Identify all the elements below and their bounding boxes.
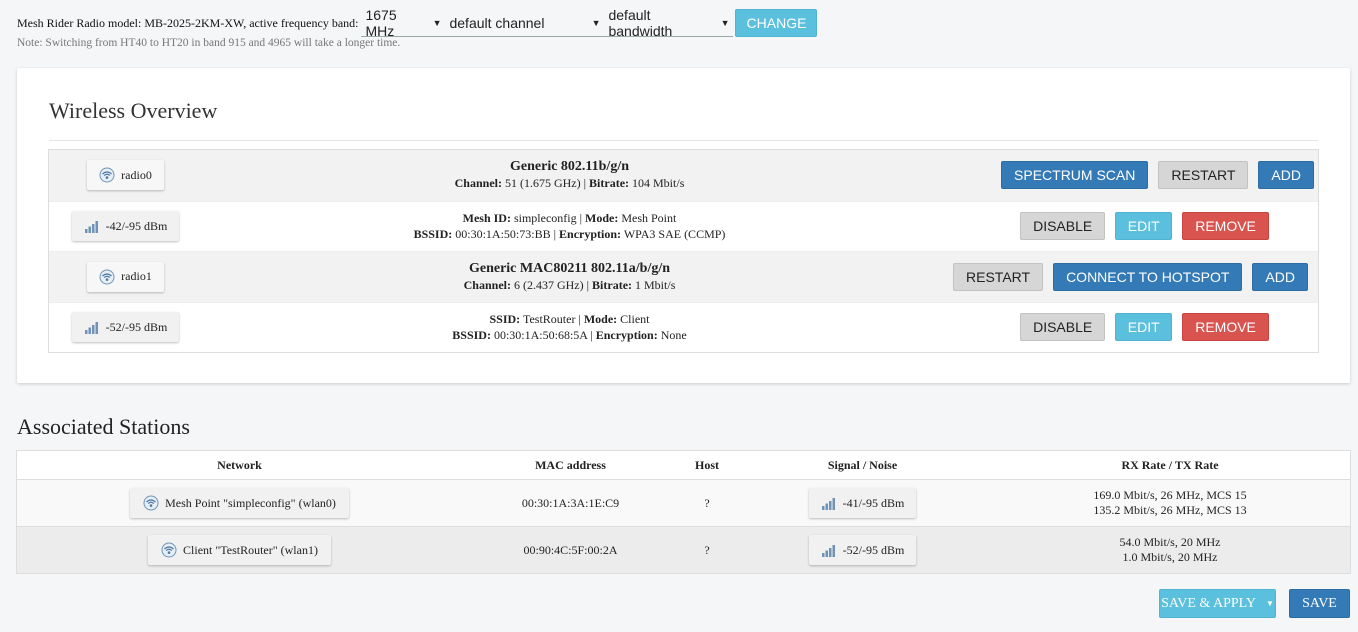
column-header-host: Host — [695, 457, 719, 472]
bandwidth-select[interactable]: default bandwidth ▼ — [604, 7, 734, 39]
signal-bars-icon — [821, 543, 837, 557]
connect-to-hotspot-button[interactable]: CONNECT TO HOTSPOT — [1053, 262, 1243, 291]
save-apply-button[interactable]: SAVE & APPLY ▼ — [1159, 589, 1276, 618]
network-id-line: SSID: TestRouter | Mode: Client — [489, 312, 650, 327]
network-bssid-line: BSSID: 00:30:1A:50:73:BB | Encryption: W… — [413, 227, 726, 242]
radio-row-radio1: radio1 Generic MAC80211 802.11a/b/g/n Ch… — [49, 251, 1318, 302]
disable-button[interactable]: DISABLE — [1020, 313, 1106, 342]
save-button[interactable]: SAVE — [1289, 589, 1350, 618]
wifi-radio-icon — [161, 542, 177, 558]
stations-table: Network MAC address Host Signal / Noise … — [16, 450, 1351, 574]
radio-badge: radio1 — [87, 261, 164, 292]
table-row: Mesh Point "simpleconfig" (wlan0) 00:30:… — [17, 479, 1350, 526]
rate-cell: 169.0 Mbit/s, 26 MHz, MCS 15 135.2 Mbit/… — [1093, 488, 1247, 517]
host: ? — [704, 542, 710, 557]
change-button[interactable]: CHANGE — [735, 9, 818, 37]
wireless-table: radio0 Generic 802.11b/g/n Channel: 51 (… — [48, 149, 1319, 353]
column-header-network: Network — [217, 457, 262, 472]
chevron-down-icon: ▼ — [591, 17, 601, 28]
signal-badge: -52/-95 dBm — [808, 535, 917, 565]
column-header-signal: Signal / Noise — [827, 457, 898, 472]
caret-down-icon[interactable]: ▼ — [1266, 599, 1274, 608]
host: ? — [704, 495, 710, 510]
rate-cell: 54.0 Mbit/s, 20 MHz 1.0 Mbit/s, 20 MHz — [1119, 535, 1221, 564]
network-id-line: Mesh ID: simpleconfig | Mode: Mesh Point — [462, 211, 677, 226]
divider — [49, 140, 1318, 141]
signal-badge: -41/-95 dBm — [808, 488, 917, 518]
column-header-rate: RX Rate / TX Rate — [1121, 457, 1219, 472]
mac-address: 00:30:1A:3A:1E:C9 — [521, 495, 620, 510]
network-row-radio1: -52/-95 dBm SSID: TestRouter | Mode: Cli… — [49, 301, 1318, 353]
frequency-band-select[interactable]: 1675 MHz ▼ — [361, 7, 446, 39]
chevron-down-icon: ▼ — [432, 17, 442, 28]
signal-badge: -52/-95 dBm — [71, 312, 180, 343]
column-header-mac: MAC address — [535, 457, 606, 472]
radio-band-bar: Mesh Rider Radio model: MB-2025-2KM-XW, … — [17, 7, 818, 39]
footer-actions: SAVE & APPLY ▼ SAVE — [1159, 589, 1350, 618]
wifi-radio-icon — [99, 167, 115, 183]
mac-address: 00:90:4C:5F:00:2A — [523, 542, 618, 557]
table-row: Client "TestRouter" (wlan1) 00:90:4C:5F:… — [17, 526, 1350, 573]
add-network-button[interactable]: ADD — [1252, 262, 1308, 291]
radio-model-text: Mesh Rider Radio model: MB-2025-2KM-XW, … — [17, 15, 359, 30]
signal-bars-icon — [821, 496, 837, 510]
radio-badge: radio0 — [87, 160, 164, 191]
network-badge: Mesh Point "simpleconfig" (wlan0) — [130, 488, 349, 518]
wifi-radio-icon — [143, 495, 159, 511]
add-network-button[interactable]: ADD — [1258, 161, 1314, 190]
signal-badge: -42/-95 dBm — [71, 211, 180, 242]
section-title: Associated Stations — [17, 414, 190, 439]
disable-button[interactable]: DISABLE — [1020, 212, 1106, 241]
bandwidth-note: Note: Switching from HT40 to HT20 in ban… — [17, 37, 401, 49]
edit-button[interactable]: EDIT — [1115, 313, 1173, 342]
chevron-down-icon: ▼ — [720, 17, 730, 28]
network-row-radio0: -42/-95 dBm Mesh ID: simpleconfig | Mode… — [49, 200, 1318, 252]
edit-button[interactable]: EDIT — [1115, 212, 1173, 241]
restart-button[interactable]: RESTART — [1158, 161, 1249, 190]
panel-title: Wireless Overview — [49, 98, 218, 123]
remove-button[interactable]: REMOVE — [1182, 313, 1269, 342]
radio-details: Channel: 51 (1.675 GHz) | Bitrate: 104 M… — [454, 176, 685, 191]
signal-bars-icon — [84, 219, 100, 234]
radio-title: Generic 802.11b/g/n — [510, 159, 629, 175]
signal-bars-icon — [84, 320, 100, 335]
radio-details: Channel: 6 (2.437 GHz) | Bitrate: 1 Mbit… — [463, 277, 676, 292]
spectrum-scan-button[interactable]: SPECTRUM SCAN — [1001, 161, 1149, 190]
remove-button[interactable]: REMOVE — [1182, 212, 1269, 241]
wifi-radio-icon — [99, 269, 115, 285]
wireless-overview-panel: Wireless Overview radio0 Generic 802.11b… — [17, 68, 1350, 383]
restart-button[interactable]: RESTART — [953, 262, 1044, 291]
radio-row-radio0: radio0 Generic 802.11b/g/n Channel: 51 (… — [49, 150, 1318, 201]
network-badge: Client "TestRouter" (wlan1) — [148, 535, 331, 565]
radio-title: Generic MAC80211 802.11a/b/g/n — [468, 260, 671, 276]
table-header: Network MAC address Host Signal / Noise … — [17, 451, 1350, 479]
channel-select[interactable]: default channel ▼ — [445, 9, 605, 37]
network-bssid-line: BSSID: 00:30:1A:50:68:5A | Encryption: N… — [452, 328, 687, 343]
